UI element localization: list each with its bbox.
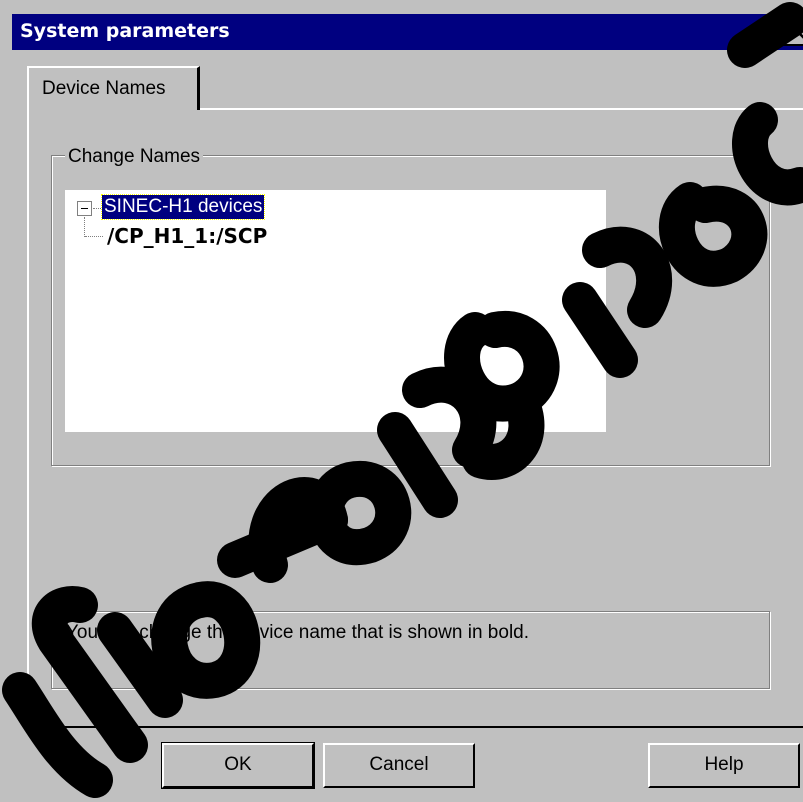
tree-connector bbox=[84, 217, 85, 237]
help-button[interactable]: Help bbox=[648, 743, 800, 788]
tab-label: Device Names bbox=[42, 78, 166, 99]
tree-connector bbox=[85, 236, 103, 237]
close-button[interactable] bbox=[783, 18, 803, 46]
tab-device-names[interactable]: Device Names bbox=[27, 66, 200, 110]
device-tree[interactable]: SINEC-H1 devices /CP_H1_1:/SCP bbox=[65, 190, 606, 432]
collapse-icon[interactable] bbox=[77, 201, 92, 216]
window-title: System parameters bbox=[20, 20, 230, 42]
info-box: You can change the device name that is s… bbox=[51, 611, 770, 689]
ok-button[interactable]: OK bbox=[161, 742, 315, 789]
system-parameters-dialog: System parameters Device Names Change Na… bbox=[0, 0, 803, 802]
close-icon bbox=[791, 25, 803, 39]
tree-node-sinec-h1-devices[interactable]: SINEC-H1 devices bbox=[100, 194, 266, 220]
info-text: You can change the device name that is s… bbox=[66, 622, 530, 643]
title-bar[interactable]: System parameters bbox=[12, 14, 803, 50]
tree-node-device[interactable]: /CP_H1_1:/SCP bbox=[107, 224, 267, 248]
tree-connector bbox=[93, 208, 101, 209]
cancel-button[interactable]: Cancel bbox=[323, 743, 475, 788]
group-label: Change Names bbox=[65, 146, 204, 168]
